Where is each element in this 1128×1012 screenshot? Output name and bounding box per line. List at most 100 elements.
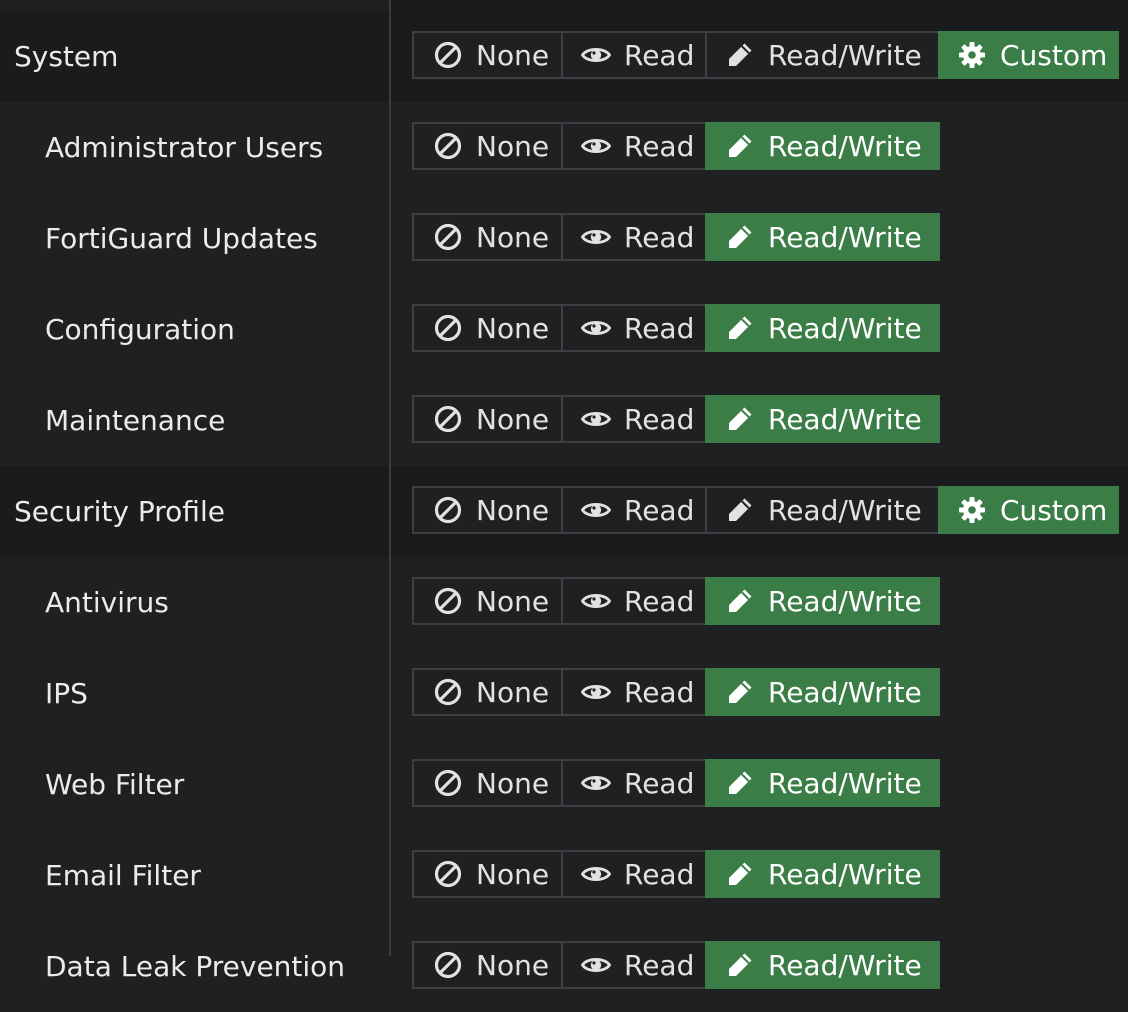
access-level-toggle: None Read Read/Write — [412, 850, 940, 898]
read-write-button-label: Read/Write — [768, 38, 922, 72]
none-button[interactable]: None — [412, 31, 563, 79]
none-button[interactable]: None — [412, 395, 563, 443]
read-button-label: Read — [624, 220, 695, 254]
read-button[interactable]: Read — [561, 395, 707, 443]
row-label-cell: Maintenance — [0, 375, 389, 466]
none-button-label: None — [476, 857, 550, 891]
read-button-label: Read — [624, 311, 695, 345]
none-button[interactable]: None — [412, 850, 563, 898]
custom-button[interactable]: Custom — [938, 486, 1119, 534]
read-write-button-label: Read/Write — [768, 584, 922, 618]
none-button[interactable]: None — [412, 941, 563, 989]
permission-row-administrator-users: Administrator Users None Read Read/Write — [0, 102, 1128, 193]
gear-icon — [957, 40, 987, 70]
read-button-label: Read — [624, 766, 695, 800]
custom-button-label: Custom — [1000, 38, 1108, 72]
pencil-icon — [725, 950, 755, 980]
ban-icon — [433, 131, 463, 161]
pencil-icon — [725, 495, 755, 525]
read-write-button-label: Read/Write — [768, 402, 922, 436]
read-write-button-label: Read/Write — [768, 311, 922, 345]
pencil-icon — [725, 131, 755, 161]
ban-icon — [433, 586, 463, 616]
pencil-icon — [725, 586, 755, 616]
read-button-label: Read — [624, 948, 695, 982]
none-button[interactable]: None — [412, 759, 563, 807]
read-write-button[interactable]: Read/Write — [705, 759, 940, 807]
row-label-cell: Administrator Users — [0, 102, 389, 193]
eye-icon — [581, 677, 611, 707]
eye-icon — [581, 950, 611, 980]
read-button[interactable]: Read — [561, 577, 707, 625]
eye-icon — [581, 768, 611, 798]
read-write-button[interactable]: Read/Write — [705, 668, 940, 716]
read-write-button-label: Read/Write — [768, 129, 922, 163]
permission-row-fortiguard-updates: FortiGuard Updates None Read Read/Write — [0, 193, 1128, 284]
read-write-button[interactable]: Read/Write — [705, 31, 940, 79]
read-write-button[interactable]: Read/Write — [705, 395, 940, 443]
none-button[interactable]: None — [412, 486, 563, 534]
read-button[interactable]: Read — [561, 213, 707, 261]
access-level-toggle: None Read Read/Write Custom — [412, 31, 1119, 79]
read-write-button-label: Read/Write — [768, 220, 922, 254]
column-divider — [389, 0, 391, 956]
read-write-button[interactable]: Read/Write — [705, 486, 940, 534]
read-write-button-label: Read/Write — [768, 766, 922, 800]
ban-icon — [433, 404, 463, 434]
row-label-cell: Security Profile — [0, 466, 389, 557]
permission-label: Administrator Users — [45, 131, 324, 164]
eye-icon — [581, 131, 611, 161]
read-button[interactable]: Read — [561, 486, 707, 534]
custom-button[interactable]: Custom — [938, 31, 1119, 79]
row-label-cell: IPS — [0, 648, 389, 739]
read-write-button[interactable]: Read/Write — [705, 577, 940, 625]
read-write-button[interactable]: Read/Write — [705, 122, 940, 170]
read-button[interactable]: Read — [561, 122, 707, 170]
ban-icon — [433, 677, 463, 707]
read-write-button[interactable]: Read/Write — [705, 304, 940, 352]
pencil-icon — [725, 677, 755, 707]
read-button[interactable]: Read — [561, 850, 707, 898]
permission-label: FortiGuard Updates — [45, 222, 318, 255]
read-button[interactable]: Read — [561, 31, 707, 79]
read-write-button[interactable]: Read/Write — [705, 850, 940, 898]
read-button[interactable]: Read — [561, 941, 707, 989]
ban-icon — [433, 313, 463, 343]
read-button-label: Read — [624, 584, 695, 618]
pencil-icon — [725, 222, 755, 252]
access-level-toggle: None Read Read/Write — [412, 941, 940, 989]
eye-icon — [581, 40, 611, 70]
group-label: System — [14, 40, 119, 73]
none-button[interactable]: None — [412, 304, 563, 352]
none-button[interactable]: None — [412, 668, 563, 716]
none-button-label: None — [476, 38, 550, 72]
access-level-toggle: None Read Read/Write — [412, 213, 940, 261]
none-button-label: None — [476, 766, 550, 800]
none-button-label: None — [476, 129, 550, 163]
read-write-button-label: Read/Write — [768, 948, 922, 982]
none-button[interactable]: None — [412, 122, 563, 170]
ban-icon — [433, 495, 463, 525]
eye-icon — [581, 404, 611, 434]
eye-icon — [581, 859, 611, 889]
read-button[interactable]: Read — [561, 759, 707, 807]
none-button-label: None — [476, 220, 550, 254]
read-button[interactable]: Read — [561, 304, 707, 352]
read-write-button[interactable]: Read/Write — [705, 941, 940, 989]
none-button-label: None — [476, 584, 550, 618]
none-button-label: None — [476, 675, 550, 709]
read-button-label: Read — [624, 129, 695, 163]
row-label-cell: System — [0, 11, 389, 102]
read-button-label: Read — [624, 493, 695, 527]
read-write-button[interactable]: Read/Write — [705, 213, 940, 261]
read-button-label: Read — [624, 402, 695, 436]
read-button[interactable]: Read — [561, 668, 707, 716]
pencil-icon — [725, 313, 755, 343]
none-button[interactable]: None — [412, 577, 563, 625]
read-button-label: Read — [624, 675, 695, 709]
row-label-cell: Antivirus — [0, 557, 389, 648]
none-button[interactable]: None — [412, 213, 563, 261]
none-button-label: None — [476, 493, 550, 527]
row-label-cell: FortiGuard Updates — [0, 193, 389, 284]
access-level-toggle: None Read Read/Write — [412, 759, 940, 807]
